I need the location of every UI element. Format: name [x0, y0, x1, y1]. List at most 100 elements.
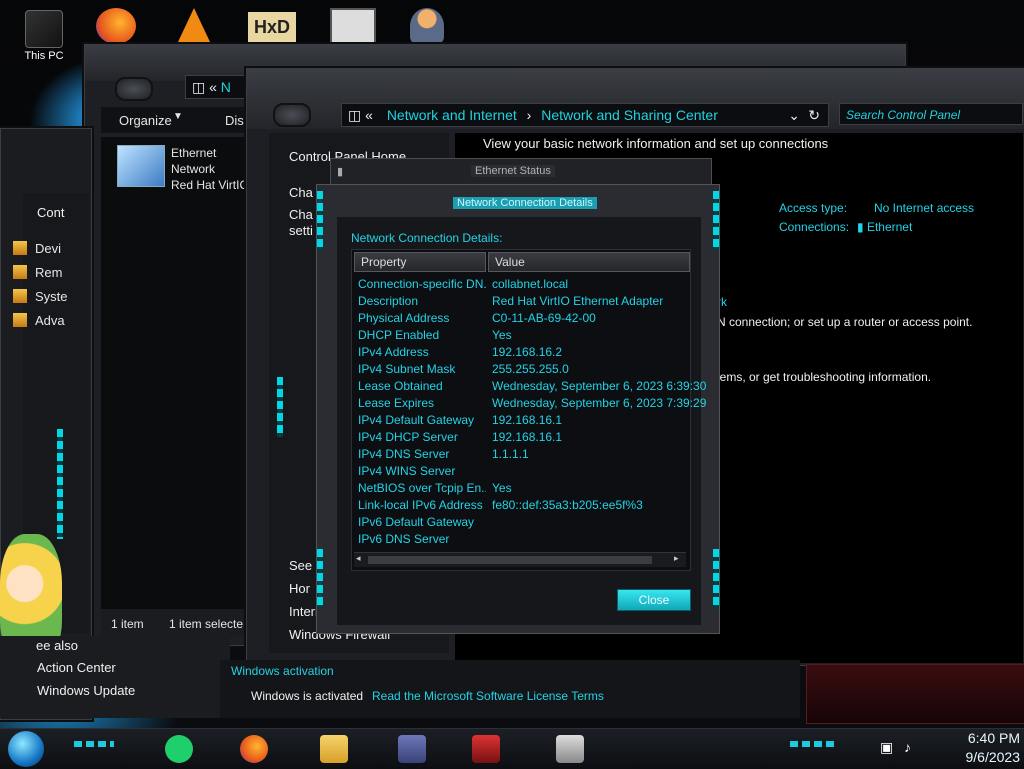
- firefox-icon[interactable]: [96, 8, 136, 44]
- file-explorer-icon[interactable]: [320, 735, 348, 763]
- item-count: 1 item: [111, 617, 144, 631]
- chevron-down-icon[interactable]: ⌄: [788, 104, 800, 126]
- scroll-right-icon[interactable]: ▸: [674, 553, 679, 564]
- connections-label: Connections:: [779, 220, 850, 234]
- nav-item-label: Devi: [35, 241, 62, 256]
- property-cell: IPv4 Address: [358, 345, 429, 359]
- frame-edge: [57, 429, 63, 539]
- frame-edge: [277, 377, 283, 437]
- frame-edge: [317, 191, 323, 251]
- value-cell: Wednesday, September 6, 2023 6:39:30: [492, 379, 707, 393]
- decorative-dots: [74, 741, 114, 747]
- vlc-icon[interactable]: [178, 8, 210, 42]
- nav-item-label: Syste: [35, 289, 68, 304]
- shield-icon: [13, 265, 27, 279]
- search-input[interactable]: Search Control Panel: [839, 103, 1023, 125]
- setup-connection-description: N connection; or set up a router or acce…: [717, 315, 973, 329]
- nav-list: Devi Rem Syste Adva: [13, 241, 68, 337]
- ethernet-status-title: Ethernet Status: [471, 165, 555, 177]
- network-icon: ▮: [337, 166, 344, 178]
- action-center-link[interactable]: Action Center: [37, 660, 116, 675]
- nav-item[interactable]: Syste: [13, 289, 68, 313]
- back-button[interactable]: [273, 103, 311, 127]
- troubleshoot-description: lems, or get troubleshooting information…: [717, 370, 932, 384]
- column-header-property[interactable]: Property: [354, 252, 486, 272]
- nav-item[interactable]: Rem: [13, 265, 68, 289]
- clock-date: 9/6/2023: [965, 749, 1021, 765]
- start-button[interactable]: [8, 731, 44, 767]
- address-bar[interactable]: ◫ « Network and Internet › Network and S…: [341, 103, 829, 127]
- connection-name: Ethernet: [866, 220, 913, 234]
- shield-icon: [13, 313, 27, 327]
- network-app-icon[interactable]: [472, 735, 500, 763]
- list-item-ethernet[interactable]: Ethernet Network Red Hat VirtIC: [115, 143, 251, 193]
- control-panel-icon[interactable]: [398, 735, 426, 763]
- address-bar[interactable]: ◫ « N: [185, 75, 247, 99]
- see-also-heading: ee also: [36, 638, 78, 653]
- value-cell: C0-11-AB-69-42-00: [492, 311, 596, 325]
- frame-edge: [713, 549, 719, 609]
- license-terms-link[interactable]: Read the Microsoft Software License Term…: [372, 689, 604, 703]
- value-cell: Yes: [492, 328, 512, 342]
- close-button[interactable]: Close: [617, 589, 691, 611]
- breadcrumb-sharing-center[interactable]: Network and Sharing Center: [541, 107, 718, 123]
- access-type-value: No Internet access: [874, 201, 975, 215]
- nav-item-label: Adva: [35, 313, 65, 328]
- scrollbar-thumb[interactable]: [368, 556, 652, 564]
- property-cell: Physical Address: [358, 311, 450, 325]
- nav-item[interactable]: Adva: [13, 313, 68, 337]
- windows-update-link[interactable]: Windows Update: [37, 683, 135, 698]
- value-cell: 1.1.1.1: [492, 447, 529, 461]
- item-type: Network: [171, 162, 216, 176]
- firefox-taskbar-icon[interactable]: [240, 735, 268, 763]
- search-placeholder: Search Control Panel: [846, 108, 961, 122]
- selected-count: 1 item selecte: [169, 617, 244, 631]
- property-cell: Link-local IPv6 Address: [358, 498, 483, 512]
- chat-app-icon[interactable]: [165, 735, 193, 763]
- network-tray-icon[interactable]: ▣: [880, 739, 893, 756]
- app-icon[interactable]: [330, 8, 376, 48]
- hxd-icon[interactable]: HxD: [248, 12, 296, 42]
- computer-icon: [25, 10, 63, 48]
- column-header-value[interactable]: Value: [488, 252, 690, 272]
- back-button[interactable]: [115, 77, 153, 101]
- change-sharing-link[interactable]: Cha: [289, 207, 313, 222]
- nav-item[interactable]: Devi: [13, 241, 68, 265]
- horizontal-scrollbar[interactable]: ◂ ▸: [354, 552, 686, 567]
- activation-title: Windows activation: [231, 664, 334, 678]
- nav-title[interactable]: Cont: [37, 205, 64, 220]
- frame-edge: [713, 191, 719, 251]
- change-adapter-link[interactable]: Cha: [289, 185, 313, 200]
- clock[interactable]: 6:40 PM 9/6/2023: [930, 729, 1021, 767]
- decorative-panel: [806, 664, 1024, 724]
- settings-link[interactable]: setti: [289, 223, 313, 238]
- toolbar: Organize ▼ Disab: [101, 107, 258, 133]
- property-cell: IPv6 Default Gateway: [358, 515, 475, 529]
- property-cell: IPv4 Subnet Mask: [358, 362, 456, 376]
- scroll-left-icon[interactable]: ◂: [356, 553, 361, 564]
- desktop-icon-this-pc[interactable]: This PC: [14, 10, 74, 62]
- property-cell: IPv4 DNS Server: [358, 447, 450, 461]
- ethernet-link[interactable]: ▮ Ethernet: [857, 220, 912, 234]
- network-connections-icon[interactable]: [556, 735, 584, 763]
- property-cell: IPv6 DNS Server: [358, 532, 450, 546]
- homegroup-link[interactable]: Hor: [289, 581, 310, 596]
- breadcrumb-network-internet[interactable]: Network and Internet: [387, 107, 517, 123]
- value-cell: fe80::def:35a3:b205:ee5f%3: [492, 498, 643, 512]
- see-also-heading: See: [289, 558, 313, 573]
- status-bar: 1 item 1 item selecte: [101, 609, 251, 637]
- shield-icon: [13, 289, 27, 303]
- address-text: N: [220, 79, 231, 95]
- activation-status: Windows is activated: [251, 689, 364, 703]
- clock-time: 6:40 PM: [967, 730, 1020, 746]
- desktop-icon-label: This PC: [24, 50, 64, 62]
- property-cell: Lease Expires: [358, 396, 435, 410]
- volume-icon[interactable]: ♪: [904, 739, 911, 755]
- user-icon[interactable]: [410, 8, 444, 44]
- value-cell: collabnet.local: [492, 277, 569, 291]
- property-cell: NetBIOS over Tcpip En...: [358, 481, 486, 495]
- organize-button[interactable]: Organize: [119, 113, 172, 128]
- file-list: [101, 137, 251, 637]
- refresh-icon[interactable]: ↻: [808, 104, 820, 126]
- internet-options-link[interactable]: Interr: [289, 604, 319, 619]
